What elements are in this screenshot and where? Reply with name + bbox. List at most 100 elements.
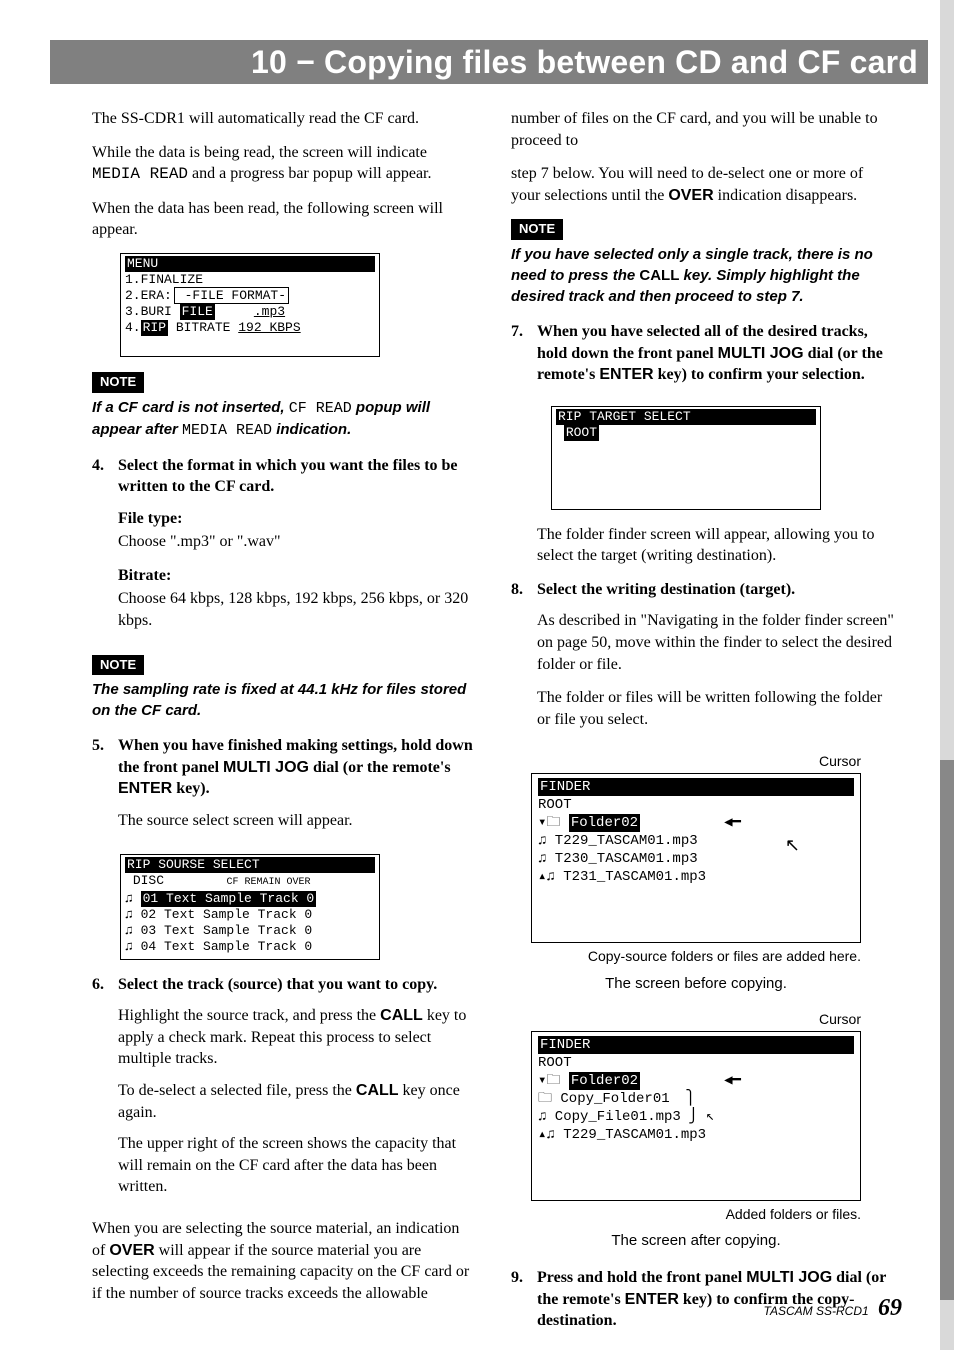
step-number: 8.	[511, 579, 537, 743]
step-head: When you have finished making settings, …	[118, 735, 475, 800]
text: To de-select a selected file, press the	[118, 1082, 356, 1099]
arrow-icon: ↖	[785, 836, 800, 854]
screen-line: ▾🗀 Folder02 ◀━	[538, 814, 854, 832]
lcd-screen-target: RIP TARGET SELECT ROOT	[551, 406, 821, 510]
step-8: 8. Select the writing destination (targe…	[511, 579, 894, 743]
note-text: If you have selected only a single track…	[511, 244, 894, 307]
key-name: MULTI JOG	[223, 759, 309, 776]
key-name: ENTER	[118, 780, 172, 797]
paragraph: Choose 64 kbps, 128 kbps, 192 kbps, 256 …	[118, 588, 475, 631]
text: and a progress bar popup will appear.	[188, 165, 431, 182]
step-body: Select the writing destination (target).…	[537, 579, 894, 743]
lcd-screen-source: RIP SOURSE SELECT DISC CF REMAIN OVER ♫ …	[120, 854, 380, 960]
key-name: MULTI JOG	[718, 345, 804, 362]
key-name: MULTI JOG	[746, 1269, 832, 1286]
screen-line: ROOT	[556, 425, 816, 441]
key-name: CALL	[380, 1007, 423, 1024]
figure-caption: The screen after copying.	[531, 1231, 861, 1251]
step-head: Select the writing destination (target).	[537, 579, 894, 601]
step-head: When you have selected all of the desire…	[537, 321, 894, 386]
step-number: 6.	[92, 974, 118, 1208]
step-7: 7. When you have selected all of the des…	[511, 321, 894, 396]
note-block: NOTE The sampling rate is fixed at 44.1 …	[92, 654, 475, 722]
text: 3.BURI	[125, 304, 172, 319]
text: 2.ERA:	[125, 288, 172, 303]
step-4: 4. Select the format in which you want t…	[92, 455, 475, 644]
text: CF REMAIN OVER	[226, 877, 310, 888]
text: Press and hold the front panel	[537, 1269, 746, 1286]
tab-marker	[940, 760, 954, 1300]
text: BITRATE	[168, 320, 238, 335]
inv: 01 Text Sample Track 0	[141, 891, 317, 907]
text: key).	[172, 780, 209, 797]
key-name: OVER	[668, 187, 713, 204]
screen-line: ▴♫ T231_TASCAM01.mp3	[538, 868, 854, 886]
key-name: CALL	[639, 267, 679, 284]
text: While the data is being read, the screen…	[92, 144, 427, 161]
columns: The SS-CDR1 will automatically read the …	[92, 108, 894, 1342]
underline: 192 KBPS	[238, 320, 300, 335]
cursor-label: Cursor	[531, 752, 861, 771]
screen-line: ♫ 04 Text Sample Track 0	[125, 939, 375, 955]
mono-text: MEDIA READ	[182, 422, 272, 439]
figure-label: Copy-source folders or files are added h…	[531, 947, 861, 965]
chapter-banner: 10 − Copying files between CD and CF car…	[50, 40, 928, 84]
inv: Folder02	[569, 814, 640, 832]
screen-title: FINDER	[538, 1036, 854, 1054]
figure-after: Cursor FINDER ROOT ▾🗀 Folder02 ◀━ 🗀 Copy…	[531, 1010, 894, 1223]
screen-title: FINDER	[538, 778, 854, 796]
underline: .mp3	[254, 304, 285, 319]
screen-line: ♫ 01 Text Sample Track 0	[125, 891, 375, 907]
note-badge: NOTE	[92, 655, 144, 676]
paragraph: To de-select a selected file, press the …	[118, 1080, 475, 1123]
lcd-screen-finder-after: FINDER ROOT ▾🗀 Folder02 ◀━ 🗀 Copy_Folder…	[531, 1031, 861, 1201]
screen-line: ♫ T229_TASCAM01.mp3	[538, 832, 854, 850]
screen-line: 2.ERA: -FILE FORMAT-	[125, 288, 375, 304]
figure-caption: The screen before copying.	[531, 974, 861, 994]
paragraph: When the data has been read, the followi…	[92, 198, 475, 241]
footer: TASCAM SS-RCD1 69	[764, 1292, 902, 1324]
step-number: 7.	[511, 321, 537, 396]
screen-line: ♫ T230_TASCAM01.mp3	[538, 850, 854, 868]
step-body: When you have selected all of the desire…	[537, 321, 894, 396]
mono-text: CF READ	[289, 400, 352, 417]
inv: Folder02	[569, 1072, 640, 1090]
screen-line: ROOT	[538, 1054, 854, 1072]
screen-line: 🗀 Copy_Folder01 ⎫	[538, 1090, 854, 1108]
figure-before: Cursor FINDER ROOT ▾🗀 Folder02 ◀━ ♫ T229…	[531, 752, 894, 965]
text: key) to confirm your selection.	[654, 366, 865, 383]
key-name: CALL	[356, 1082, 399, 1099]
box: -FILE FORMAT-	[174, 287, 289, 304]
key-name: ENTER	[625, 1291, 679, 1308]
screen-line: ROOT	[538, 796, 854, 814]
note-badge: NOTE	[511, 219, 563, 240]
content: The SS-CDR1 will automatically read the …	[92, 108, 894, 1310]
inv: RIP	[141, 320, 168, 336]
paragraph: step 7 below. You will need to de-select…	[511, 163, 894, 206]
text: DISC	[133, 873, 164, 888]
lcd-screen-menu: MENU 1.FINALIZE 2.ERA: -FILE FORMAT- 3.B…	[120, 253, 380, 357]
step-body: When you have finished making settings, …	[118, 735, 475, 843]
screen-line: 3.BURI FILE .mp3	[125, 304, 375, 320]
step-5: 5. When you have finished making setting…	[92, 735, 475, 843]
paragraph: Choose ".mp3" or ".wav"	[118, 531, 475, 553]
step-number: 5.	[92, 735, 118, 843]
text: indication disappears.	[714, 187, 858, 204]
paragraph: The upper right of the screen shows the …	[118, 1133, 475, 1198]
note-block: NOTE If you have selected only a single …	[511, 218, 894, 307]
key-name: ENTER	[599, 366, 653, 383]
screen-line: ♫ 02 Text Sample Track 0	[125, 907, 375, 923]
key-name: OVER	[109, 1242, 154, 1259]
text: indication.	[272, 421, 351, 438]
paragraph: The folder finder screen will appear, al…	[537, 524, 894, 567]
screen-line: DISC CF REMAIN OVER	[125, 873, 375, 891]
note-block: NOTE If a CF card is not inserted, CF RE…	[92, 371, 475, 441]
page: 10 − Copying files between CD and CF car…	[0, 0, 954, 1350]
step-number: 9.	[511, 1267, 537, 1342]
text: dial (or the remote's	[309, 759, 451, 776]
page-number: 69	[878, 1295, 902, 1321]
screen-line: ♫ Copy_File01.mp3 ⎭ ↖	[538, 1108, 854, 1126]
figure-label: Added folders or files.	[531, 1205, 861, 1223]
paragraph: While the data is being read, the screen…	[92, 142, 475, 186]
text: If a CF card is not inserted,	[92, 399, 289, 416]
